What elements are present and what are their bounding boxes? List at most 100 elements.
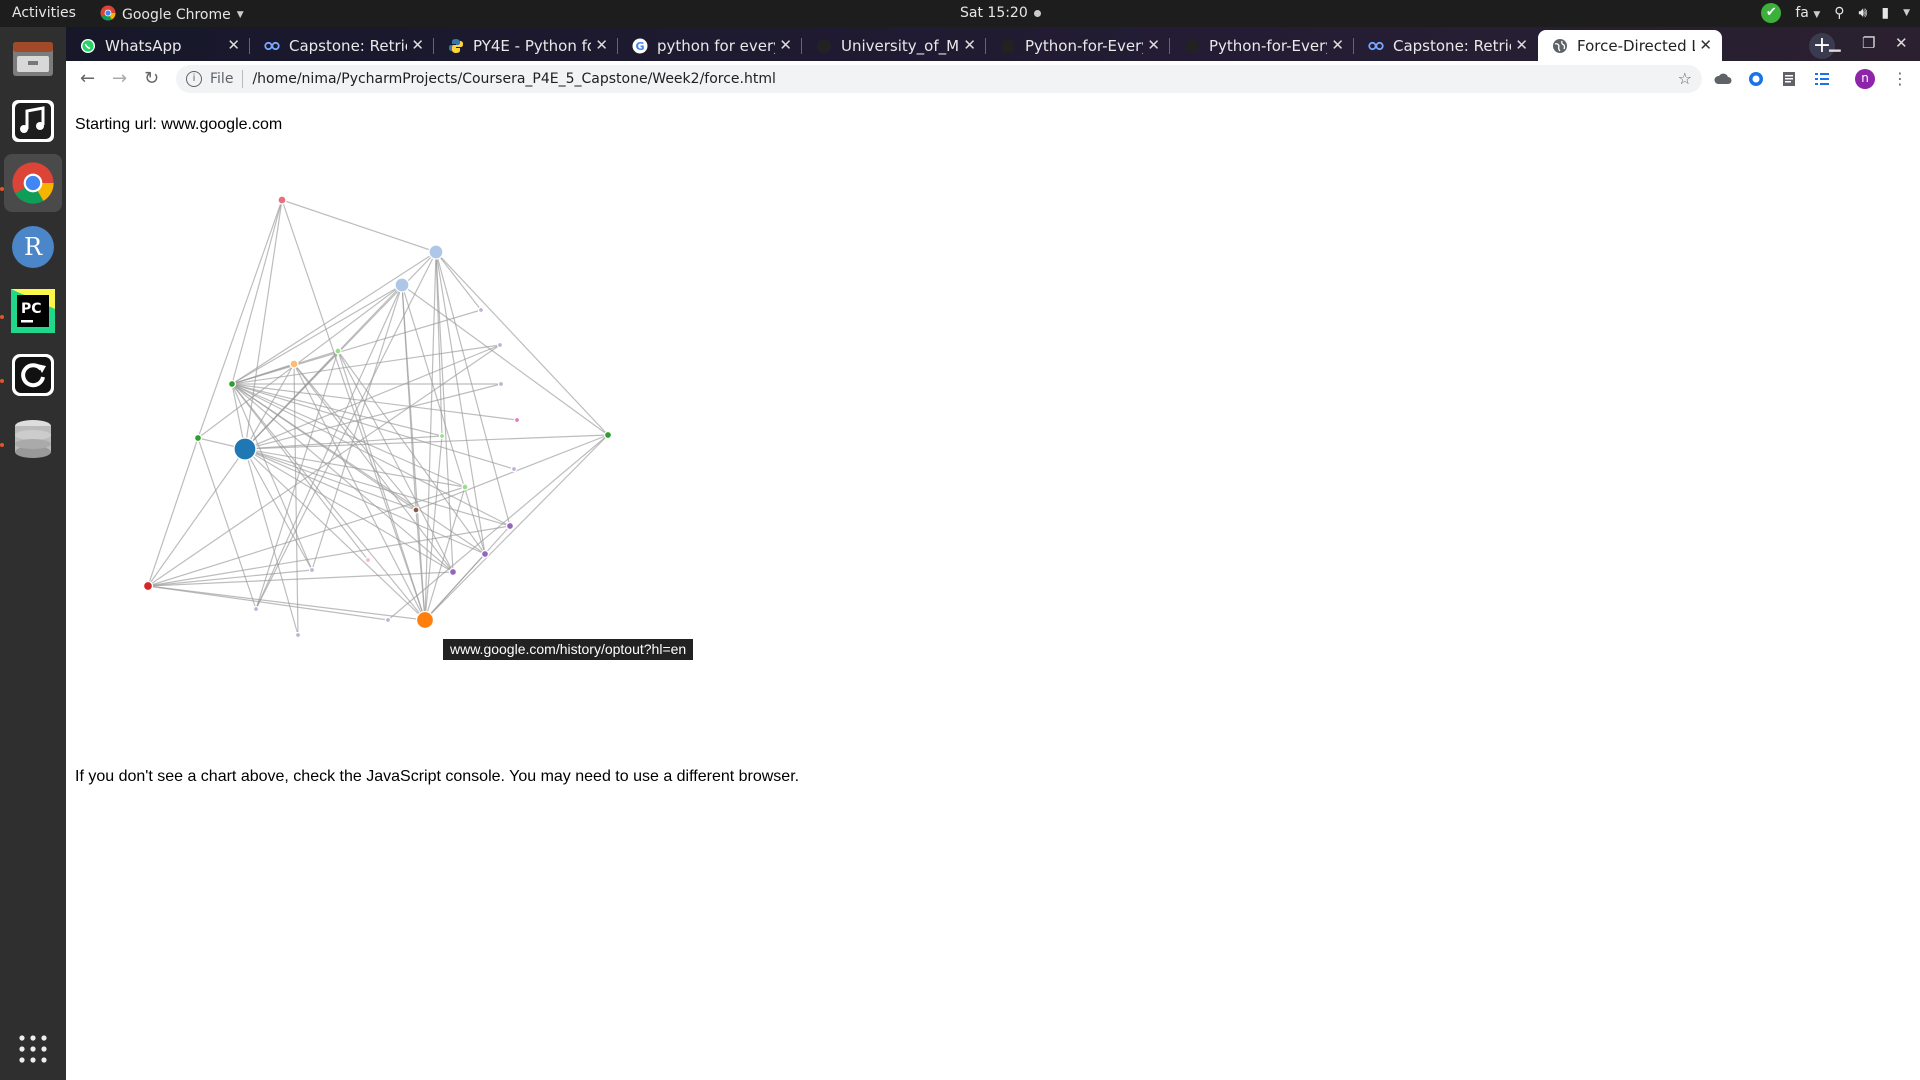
tab-9[interactable]: Force-Directed La✕ <box>1538 30 1722 61</box>
graph-node[interactable] <box>438 432 446 440</box>
graph-node[interactable] <box>480 549 490 559</box>
graph-node[interactable] <box>603 430 613 440</box>
graph-node[interactable] <box>477 306 485 314</box>
graph-link <box>244 199 283 450</box>
tab-4[interactable]: Gpython for everyb✕ <box>618 30 802 61</box>
tab-close-icon[interactable]: ✕ <box>411 36 424 54</box>
tab-close-icon[interactable]: ✕ <box>779 36 792 54</box>
tab-close-icon[interactable]: ✕ <box>595 36 608 54</box>
graph-node[interactable] <box>308 566 316 574</box>
graph-node[interactable] <box>193 433 203 443</box>
tab-1[interactable]: WhatsApp ✕ <box>66 30 250 61</box>
bookmark-star-icon[interactable]: ☆ <box>1678 69 1692 88</box>
graph-node[interactable] <box>364 556 372 564</box>
force-directed-graph[interactable] <box>66 98 826 698</box>
graph-link <box>147 525 511 587</box>
tab-2[interactable]: Capstone: Retriev✕ <box>250 30 434 61</box>
files-launcher[interactable] <box>4 30 62 88</box>
tab-title: Force-Directed La <box>1577 36 1695 55</box>
tab-close-icon[interactable]: ✕ <box>1331 36 1344 54</box>
graph-node[interactable] <box>394 277 410 293</box>
battery-icon[interactable]: ▮ <box>1881 5 1889 21</box>
extension-cloud-icon[interactable] <box>1714 70 1732 88</box>
github-icon <box>816 38 832 54</box>
show-applications-button[interactable] <box>4 1020 62 1078</box>
tab-close-icon[interactable]: ✕ <box>227 36 240 54</box>
close-window-icon[interactable]: ✕ <box>1895 34 1908 52</box>
graph-node[interactable] <box>294 631 302 639</box>
volume-icon[interactable]: 🔊︎ <box>1859 5 1868 21</box>
graph-node[interactable] <box>252 605 260 613</box>
coursera-icon <box>264 38 280 54</box>
refresh-app-launcher[interactable] <box>4 346 62 404</box>
graph-link <box>147 486 466 587</box>
browser-toolbar: ← → ↻ i File /home/nima/PycharmProjects/… <box>66 61 1920 99</box>
graph-node[interactable] <box>277 195 287 205</box>
tab-close-icon[interactable]: ✕ <box>963 36 976 54</box>
forward-icon[interactable]: → <box>112 68 127 89</box>
tab-close-icon[interactable]: ✕ <box>1147 36 1160 54</box>
restore-icon[interactable]: ❐ <box>1862 34 1875 52</box>
system-tray[interactable]: ✔ fa ▼ ⚲ 🔊︎ ▮ ▼ <box>1761 3 1910 23</box>
activities-button[interactable]: Activities <box>12 5 76 21</box>
extension-list-icon[interactable] <box>1813 70 1831 88</box>
graph-node[interactable] <box>227 379 237 389</box>
tab-5[interactable]: University_of_Mic ✕ <box>802 30 986 61</box>
graph-node[interactable] <box>510 465 518 473</box>
extension-document-icon[interactable] <box>1780 70 1798 88</box>
database-launcher[interactable] <box>4 410 62 468</box>
graph-link <box>281 199 426 621</box>
graph-link <box>244 448 313 571</box>
tab-close-icon[interactable]: ✕ <box>1699 36 1712 54</box>
tab-close-icon[interactable]: ✕ <box>1515 36 1528 54</box>
music-launcher[interactable] <box>4 92 62 150</box>
reload-icon[interactable]: ↻ <box>144 68 159 89</box>
system-menu-chevron-icon[interactable]: ▼ <box>1903 8 1910 18</box>
back-icon[interactable]: ← <box>80 68 95 89</box>
info-icon[interactable]: i <box>186 71 202 87</box>
python-icon <box>448 38 464 54</box>
profile-avatar[interactable]: n <box>1855 69 1875 89</box>
running-indicator <box>0 379 4 383</box>
graph-node[interactable] <box>412 506 420 514</box>
graph-node[interactable] <box>496 341 504 349</box>
graph-node[interactable] <box>513 416 521 424</box>
more-menu-icon[interactable]: ⋮ <box>1892 69 1908 88</box>
tab-3[interactable]: PY4E - Python for ✕ <box>434 30 618 61</box>
tab-8[interactable]: Capstone: Retriev✕ <box>1354 30 1538 61</box>
tab-title: WhatsApp <box>105 36 182 55</box>
graph-node[interactable] <box>142 580 154 592</box>
graph-link <box>147 585 389 621</box>
graph-node[interactable] <box>428 244 444 260</box>
minimize-icon[interactable]: ▁ <box>1829 34 1841 52</box>
tab-title: Python-for-Everyb <box>1209 36 1327 55</box>
pycharm-launcher[interactable]: PC <box>4 282 62 340</box>
notification-dot-icon <box>1033 9 1041 17</box>
input-method-label: fa <box>1795 5 1809 21</box>
input-method[interactable]: fa ▼ <box>1795 5 1820 21</box>
graph-node[interactable] <box>334 347 342 355</box>
graph-node[interactable] <box>289 359 299 369</box>
r-launcher[interactable]: R <box>4 218 62 276</box>
tab-6[interactable]: Python-for-Everyb✕ <box>986 30 1170 61</box>
address-bar[interactable]: i File /home/nima/PycharmProjects/Course… <box>176 65 1702 93</box>
graph-node[interactable] <box>497 380 505 388</box>
node-tooltip: www.google.com/history/optout?hl=en <box>443 639 694 660</box>
app-menu[interactable]: Google Chrome ▼ <box>100 5 244 25</box>
tab-7[interactable]: Python-for-Everyb✕ <box>1170 30 1354 61</box>
graph-node[interactable] <box>384 616 392 624</box>
graph-node[interactable] <box>233 437 257 461</box>
network-icon[interactable]: ⚲ <box>1834 5 1844 21</box>
extension-circle-icon[interactable] <box>1747 70 1765 88</box>
url-text[interactable]: /home/nima/PycharmProjects/Coursera_P4E_… <box>252 71 775 87</box>
clock[interactable]: Sat 15:20 <box>960 5 1041 21</box>
graph-link <box>255 251 437 610</box>
pycharm-icon: PC <box>11 289 55 333</box>
checkmark-icon[interactable]: ✔ <box>1761 3 1782 23</box>
running-indicator <box>0 443 4 447</box>
graph-node[interactable] <box>505 521 515 531</box>
graph-node[interactable] <box>448 567 458 577</box>
chrome-launcher[interactable] <box>4 154 62 212</box>
graph-node[interactable] <box>461 483 469 491</box>
graph-node[interactable] <box>415 610 435 630</box>
